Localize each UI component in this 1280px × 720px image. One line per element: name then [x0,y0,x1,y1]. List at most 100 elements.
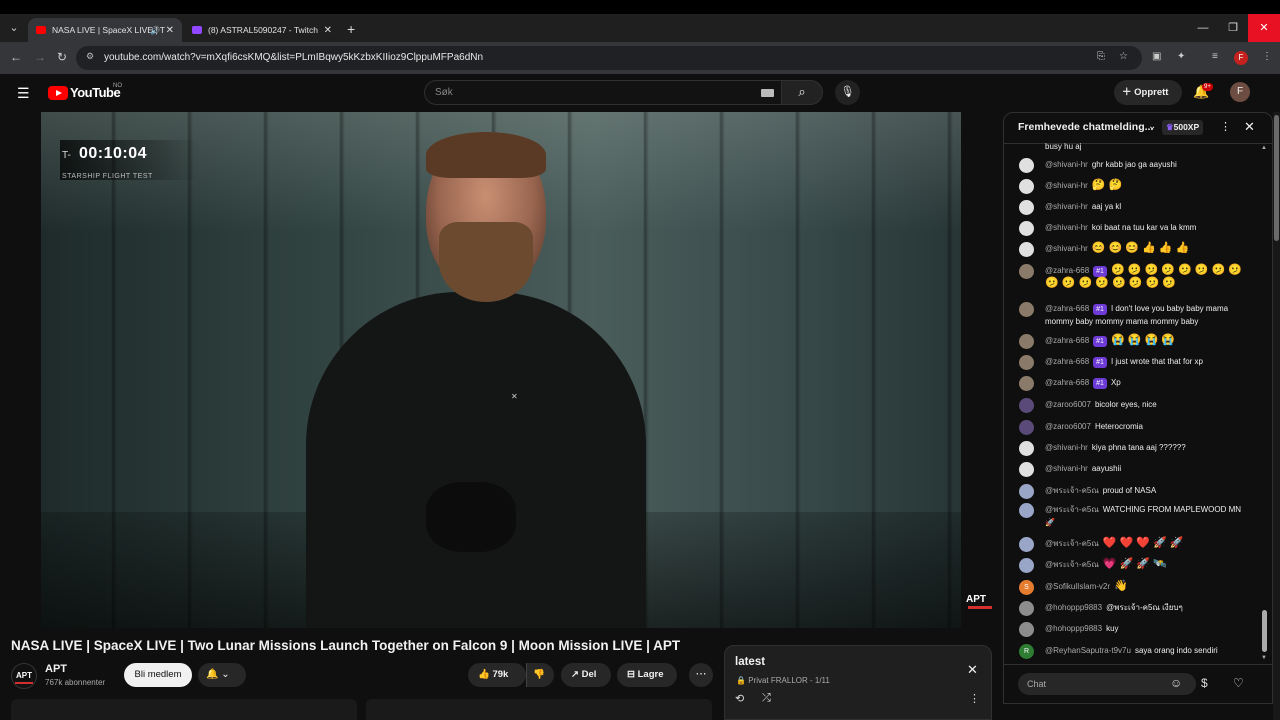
new-tab-button[interactable]: + [347,21,355,37]
maximize-button[interactable]: ❐ [1218,14,1248,42]
puzzle-icon[interactable]: ✦ [1177,51,1185,62]
chat-author-name[interactable]: @shivani-hr [1045,223,1088,232]
chat-author-name[interactable]: @zahra-668 [1045,266,1089,275]
chat-close-icon[interactable]: ✕ [1244,119,1255,135]
subscription-bell-button[interactable]: 🔔 ⌄ [198,663,246,687]
chat-author-avatar[interactable] [1019,242,1034,257]
chat-message[interactable]: @พระเจ้า-ค5ณ WATCHING FROM MAPLEWOOD MN 🚀 [1019,503,1249,529]
chat-author-avatar[interactable] [1019,601,1034,616]
chat-message[interactable]: @shivani-hr 😊 😊 😊 👍 👍 👍 [1019,242,1249,257]
browser-menu-icon[interactable]: ⋮ [1262,51,1272,62]
shelf-card[interactable] [366,699,712,720]
chat-author-name[interactable]: @SofikulIslam-v2r [1045,582,1110,591]
tab-close-icon[interactable]: ✕ [324,25,332,36]
keyboard-icon[interactable] [761,89,774,97]
chat-author-avatar[interactable] [1019,441,1034,456]
chat-message[interactable]: @shivani-hr ghr kabb jao ga aayushi [1019,158,1249,173]
chevron-down-icon[interactable]: ⌄ [1148,121,1156,132]
chat-author-name[interactable]: @zahra-668 [1045,336,1089,345]
chat-author-name[interactable]: @shivani-hr [1045,181,1088,190]
browser-profile-avatar[interactable]: F [1234,51,1248,65]
chat-message[interactable]: @shivani-hr 🤔 🤔 [1019,179,1249,194]
chat-message[interactable]: @zahra-668 #1 😭 😭 😭 😭 [1019,334,1249,349]
chat-message[interactable]: @zahra-668 #1 Xp [1019,376,1249,391]
emoji-icon[interactable]: ☺ [1170,676,1182,690]
chat-author-name[interactable]: @hohoppp9883 [1045,603,1102,612]
chat-author-avatar[interactable] [1019,537,1034,552]
chat-author-name[interactable]: @shivani-hr [1045,464,1088,473]
loop-icon[interactable]: ⟲ [735,692,744,705]
video-player[interactable]: ✕ [41,112,961,628]
voice-search-button[interactable]: 🎙 [835,80,860,105]
chat-author-name[interactable]: @shivani-hr [1045,244,1088,253]
chat-message[interactable]: @พระเจ้า-ค5ณ 💗 🚀 🚀 🛰️ [1019,558,1249,573]
chat-author-avatar[interactable] [1019,462,1034,477]
chat-author-avatar[interactable] [1019,355,1034,370]
chat-message[interactable]: @พระเจ้า-ค5ณ proud of NASA [1019,484,1249,499]
chat-mode-title[interactable]: Fremhevede chatmelding... [1018,121,1153,133]
chat-author-avatar[interactable] [1019,420,1034,435]
more-actions-button[interactable]: ⋯ [689,663,713,687]
minimize-button[interactable]: — [1188,14,1218,42]
chat-author-avatar[interactable]: S [1019,580,1034,595]
chat-author-name[interactable]: @พระเจ้า-ค5ณ [1045,539,1099,548]
install-app-icon[interactable]: ⎘ [1097,51,1105,62]
chat-message[interactable]: @zaroo6007 Heterocromia [1019,420,1249,435]
chat-author-avatar[interactable] [1019,398,1034,413]
window-close-button[interactable]: ✕ [1248,14,1280,42]
tab-search-icon[interactable]: ⌄ [6,21,22,37]
chat-author-name[interactable]: @zahra-668 [1045,304,1089,313]
chat-author-avatar[interactable] [1019,264,1034,279]
chat-author-avatar[interactable]: R [1019,644,1034,659]
chat-message[interactable]: S @SofikulIslam-v2r 👋 [1019,580,1249,595]
chat-message[interactable]: R @ReyhanSaputra-t9v7u saya orang indo sen… [1019,644,1249,659]
super-chat-icon[interactable]: $ [1201,676,1208,690]
chat-author-avatar[interactable] [1019,158,1034,173]
join-button[interactable]: Bli medlem [124,663,192,687]
search-button[interactable]: ⌕ [781,80,823,105]
chat-author-name[interactable]: @shivani-hr [1045,443,1088,452]
chat-message[interactable]: @zahra-668 #1 🫤 🫤 🫤 🫤 🫤 🫤 🫤 🫤 🫤 🫤 🫤 🫤 🫤 🫤 … [1019,264,1249,290]
channel-name[interactable]: APT [45,663,67,675]
chat-message[interactable]: @hohoppp9883 kuy [1019,622,1249,637]
tab-close-icon[interactable]: ✕ [166,25,174,36]
chat-author-avatar[interactable] [1019,558,1034,573]
forward-icon[interactable]: → [34,50,46,64]
chat-message[interactable]: @shivani-hr aayushii [1019,462,1249,477]
chat-author-avatar[interactable] [1019,179,1034,194]
speaker-icon[interactable]: 🔊 [150,26,160,35]
chat-author-name[interactable]: @zahra-668 [1045,357,1089,366]
tab-youtube[interactable]: NASA LIVE | SpaceX LIVE | T 🔊 ✕ [28,18,182,42]
channel-avatar[interactable]: APT [11,663,37,689]
youtube-logo-icon[interactable] [48,86,68,100]
chat-author-avatar[interactable] [1019,376,1034,391]
shelf-card[interactable] [11,699,357,720]
reload-icon[interactable]: ↻ [57,50,67,64]
playlist-title[interactable]: latest [735,656,765,668]
close-playlist-icon[interactable]: ✕ [967,662,978,678]
chat-author-avatar[interactable] [1019,622,1034,637]
menu-icon[interactable]: ☰ [17,86,31,100]
chat-author-avatar[interactable] [1019,302,1034,317]
chat-message[interactable]: @hohoppp9883 @พระเจ้า-ค5ณ เงียบๆ [1019,601,1249,616]
chat-message[interactable]: @zahra-668 #1 I just wrote that that for x… [1019,355,1249,370]
chat-message[interactable]: @shivani-hr aaj ya kl [1019,200,1249,215]
search-input[interactable] [424,80,782,105]
chat-message[interactable]: @พระเจ้า-ค5ณ ❤️ ❤️ ❤️ 🚀 🚀 [1019,537,1249,552]
chat-author-avatar[interactable] [1019,503,1034,518]
chat-author-name[interactable]: @hohoppp9883 [1045,624,1102,633]
chat-author-name[interactable]: @zaroo6007 [1045,400,1091,409]
chat-author-name[interactable]: @zahra-668 [1045,378,1089,387]
url-text[interactable]: youtube.com/watch?v=mXqfi6csKMQ&list=PLm… [104,52,483,63]
chat-author-name[interactable]: @ReyhanSaputra-t9v7u [1045,646,1131,655]
scroll-up-icon[interactable]: ▲ [1261,145,1267,151]
share-button[interactable]: ↗ Del [561,663,611,687]
chat-author-avatar[interactable] [1019,484,1034,499]
chat-message[interactable]: @shivani-hr kiya phna tana aaj ?????? [1019,441,1249,456]
media-control-icon[interactable]: ≡ [1212,51,1218,62]
chat-message[interactable]: @zaroo6007 bicolor eyes, nice [1019,398,1249,413]
chat-message[interactable]: @shivani-hr koi baat na tuu kar va la kmm [1019,221,1249,236]
tab-twitch[interactable]: (8) ASTRAL5090247 - Twitch ✕ [184,18,340,42]
chat-author-name[interactable]: @shivani-hr [1045,202,1088,211]
bookmark-star-icon[interactable]: ☆ [1119,51,1128,62]
